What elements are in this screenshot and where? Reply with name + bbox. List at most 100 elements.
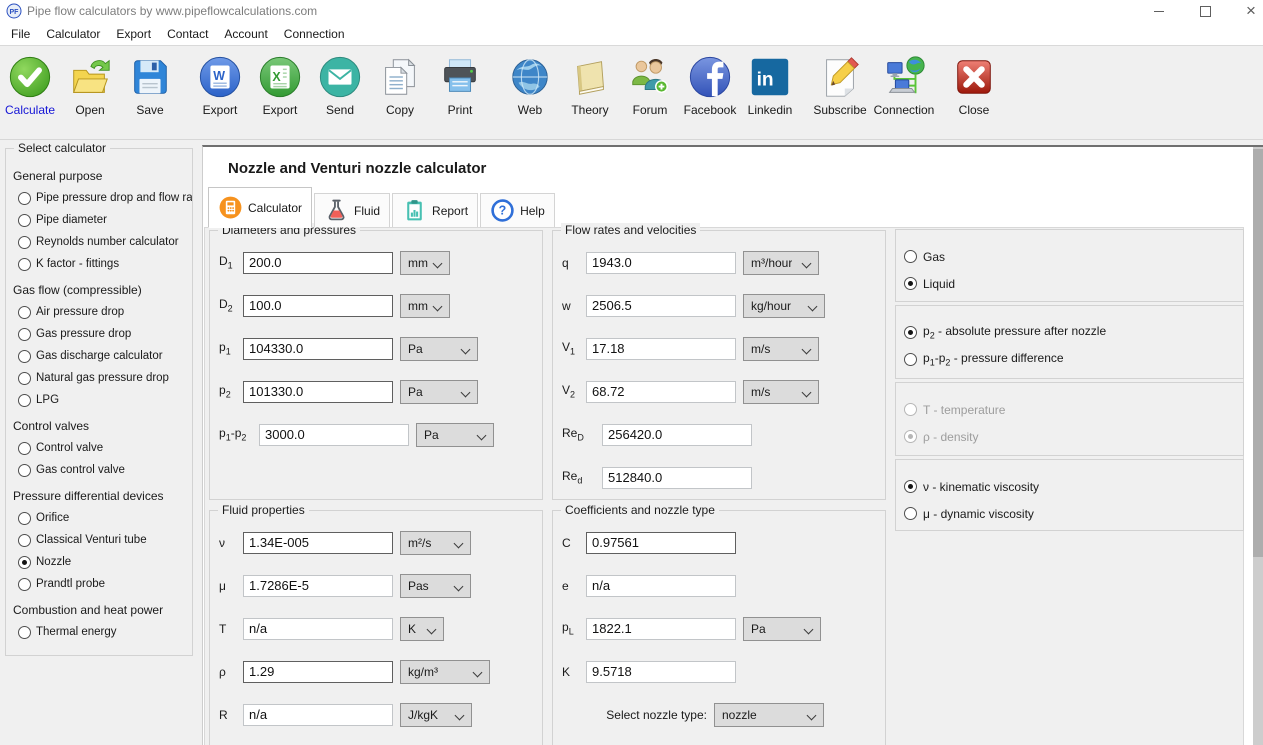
input-coefficients-0-c[interactable]	[586, 532, 736, 554]
sidebar-radio-nozzle[interactable]: Nozzle	[13, 551, 192, 573]
unit-select-diameters-3-p-2[interactable]: Pa	[400, 380, 478, 404]
menu-export[interactable]: Export	[108, 27, 159, 41]
menu-contact[interactable]: Contact	[159, 27, 216, 41]
toolbar-button-forum-users[interactable]: Forum	[620, 54, 680, 117]
minimize-window-button[interactable]	[1136, 0, 1182, 22]
radio-icon	[18, 258, 31, 271]
input-diameters-0-d-1[interactable]	[243, 252, 393, 274]
groupbox-title: Fluid properties	[218, 503, 309, 517]
sidebar-radio-orifice[interactable]: Orifice	[13, 507, 192, 529]
tab-fluid[interactable]: Fluid	[314, 193, 390, 227]
menu-connection[interactable]: Connection	[276, 27, 353, 41]
groupbox-diameters: Diameters and pressuresD1mmD2mmp1Pap2Pap…	[209, 230, 543, 500]
input-coefficients-1-e[interactable]	[586, 575, 736, 597]
sidebar-radio-air-pressure-drop[interactable]: Air pressure drop	[13, 301, 192, 323]
input-coefficients-2-p-l[interactable]	[586, 618, 736, 640]
field-label: ν	[219, 536, 243, 550]
unit-select-fluid-props-2-t[interactable]: K	[400, 617, 444, 641]
menu-calculator[interactable]: Calculator	[38, 27, 108, 41]
input-flow-3-v-2[interactable]	[586, 381, 736, 403]
input-flow-4-re-d[interactable]	[602, 424, 752, 446]
radio-liquid[interactable]: Liquid	[896, 270, 1243, 297]
input-fluid-props-4-r[interactable]	[243, 704, 393, 726]
radio-p-1-p-2-pressure-difference[interactable]: p1-p2 - pressure difference	[896, 346, 1243, 373]
radio-icon	[18, 372, 31, 385]
close-window-button[interactable]	[1228, 0, 1263, 22]
input-fluid-props-3-rho[interactable]	[243, 661, 393, 683]
sidebar-radio-gas-pressure-drop[interactable]: Gas pressure drop	[13, 323, 192, 345]
unit-select-diameters-1-d-2[interactable]: mm	[400, 294, 450, 318]
toolbar-button-theory-book[interactable]: Theory	[560, 54, 620, 117]
nozzle-type-select[interactable]: nozzle	[714, 703, 824, 727]
toolbar-button-subscribe-pencil[interactable]: Subscribe	[810, 54, 870, 117]
toolbar-button-label: Theory	[571, 103, 608, 117]
tab-report[interactable]: Report	[392, 193, 478, 227]
vertical-scrollbar[interactable]	[1253, 147, 1263, 745]
toolbar-button-web-globe[interactable]: Web	[500, 54, 560, 117]
unit-select-diameters-4-p-1-p-2[interactable]: Pa	[416, 423, 494, 447]
input-flow-1-w[interactable]	[586, 295, 736, 317]
sidebar-radio-control-valve[interactable]: Control valve	[13, 437, 192, 459]
sidebar-radio-prandtl-probe[interactable]: Prandtl probe	[13, 573, 192, 595]
input-fluid-props-2-t[interactable]	[243, 618, 393, 640]
toolbar-button-facebook[interactable]: Facebook	[680, 54, 740, 117]
toolbar-button-export-word[interactable]: WExport	[190, 54, 250, 117]
input-flow-2-v-1[interactable]	[586, 338, 736, 360]
unit-select-flow-1-w[interactable]: kg/hour	[743, 294, 825, 318]
toolbar-button-copy[interactable]: Copy	[370, 54, 430, 117]
radio-icon	[904, 403, 917, 416]
sidebar-radio-lpg[interactable]: LPG	[13, 389, 192, 411]
calculator-icon	[218, 195, 243, 220]
tab-help[interactable]: ?Help	[480, 193, 555, 227]
unit-select-flow-3-v-2[interactable]: m/s	[743, 380, 819, 404]
input-fluid-props-0-nu[interactable]	[243, 532, 393, 554]
toolbar-button-print[interactable]: Print	[430, 54, 490, 117]
sidebar-radio-gas-control-valve[interactable]: Gas control valve	[13, 459, 192, 481]
toolbar-button-send-email[interactable]: Send	[310, 54, 370, 117]
sidebar-radio-gas-discharge-calculator[interactable]: Gas discharge calculator	[13, 345, 192, 367]
input-diameters-2-p-1[interactable]	[243, 338, 393, 360]
unit-select-coefficients-2-p-l[interactable]: Pa	[743, 617, 821, 641]
unit-select-flow-2-v-1[interactable]: m/s	[743, 337, 819, 361]
field-row: e	[553, 564, 885, 607]
radio-gas[interactable]: Gas	[896, 243, 1243, 270]
field-row: D1mm	[210, 241, 542, 284]
sidebar-radio-pipe-diameter[interactable]: Pipe diameter	[13, 209, 192, 231]
sidebar-radio-thermal-energy[interactable]: Thermal energy	[13, 621, 192, 643]
sidebar-radio-reynolds-number-calculator[interactable]: Reynolds number calculator	[13, 231, 192, 253]
radio-nu-kinematic-viscosity[interactable]: ν - kinematic viscosity	[896, 473, 1243, 500]
input-coefficients-3-k[interactable]	[586, 661, 736, 683]
radio-p-2-absolute-pressure-after-nozzle[interactable]: p2 - absolute pressure after nozzle	[896, 319, 1243, 346]
maximize-window-button[interactable]	[1182, 0, 1228, 22]
tab-calculator[interactable]: Calculator	[208, 187, 312, 228]
toolbar-button-calculate[interactable]: Calculate	[0, 54, 60, 117]
input-diameters-4-p-1-p-2[interactable]	[259, 424, 409, 446]
unit-select-fluid-props-3-rho[interactable]: kg/m³	[400, 660, 490, 684]
svg-text:in: in	[757, 70, 774, 91]
input-diameters-3-p-2[interactable]	[243, 381, 393, 403]
toolbar-button-close[interactable]: Close	[944, 54, 1004, 117]
toolbar-button-label: Save	[136, 103, 163, 117]
radio-mu-dynamic-viscosity[interactable]: μ - dynamic viscosity	[896, 500, 1243, 527]
input-fluid-props-1-mu[interactable]	[243, 575, 393, 597]
input-flow-5-re-d[interactable]	[602, 467, 752, 489]
toolbar-button-open-folder[interactable]: Open	[60, 54, 120, 117]
sidebar-radio-k-factor-fittings[interactable]: K factor - fittings	[13, 253, 192, 275]
toolbar-button-connection-network[interactable]: Connection	[874, 54, 934, 117]
unit-select-flow-0-q[interactable]: m³/hour	[743, 251, 819, 275]
toolbar-button-export-excel[interactable]: XExport	[250, 54, 310, 117]
unit-select-fluid-props-1-mu[interactable]: Pas	[400, 574, 471, 598]
unit-select-diameters-2-p-1[interactable]: Pa	[400, 337, 478, 361]
unit-select-fluid-props-4-r[interactable]: J/kgK	[400, 703, 472, 727]
input-flow-0-q[interactable]	[586, 252, 736, 274]
unit-select-diameters-0-d-1[interactable]: mm	[400, 251, 450, 275]
unit-select-fluid-props-0-nu[interactable]: m²/s	[400, 531, 471, 555]
menu-account[interactable]: Account	[216, 27, 275, 41]
sidebar-radio-pipe-pressure-drop-and-flow-rate[interactable]: Pipe pressure drop and flow rate	[13, 187, 192, 209]
input-diameters-1-d-2[interactable]	[243, 295, 393, 317]
menu-file[interactable]: File	[3, 27, 38, 41]
toolbar-button-save[interactable]: Save	[120, 54, 180, 117]
sidebar-radio-classical-venturi-tube[interactable]: Classical Venturi tube	[13, 529, 192, 551]
sidebar-radio-natural-gas-pressure-drop[interactable]: Natural gas pressure drop	[13, 367, 192, 389]
toolbar-button-linkedin[interactable]: inLinkedin	[740, 54, 800, 117]
